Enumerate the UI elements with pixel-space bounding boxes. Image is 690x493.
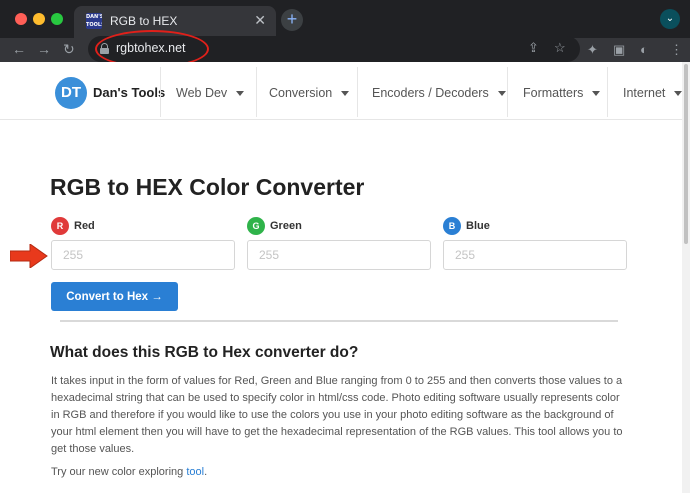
back-icon[interactable]: ← — [12, 41, 26, 57]
blue-input[interactable] — [444, 241, 626, 269]
site-favicon-icon: DAN'S TOOLS — [86, 13, 102, 29]
tool-link[interactable]: tool — [186, 466, 204, 478]
site-logo[interactable]: DT — [55, 77, 87, 109]
chevron-down-icon — [592, 91, 601, 97]
divider — [60, 320, 618, 322]
bookmark-star-icon[interactable]: ☆ — [554, 40, 566, 56]
scrollbar[interactable] — [682, 62, 690, 493]
close-tab-icon[interactable]: ✕ — [254, 12, 266, 28]
blue-badge-icon: B — [443, 217, 461, 235]
new-tab-button[interactable]: + — [281, 9, 303, 31]
close-window-button[interactable] — [15, 13, 27, 25]
forward-icon[interactable]: → — [37, 41, 51, 57]
nav-internet[interactable]: Internet — [623, 86, 683, 100]
scrollbar-thumb[interactable] — [684, 64, 688, 244]
brand-name[interactable]: Dan's Tools — [93, 85, 165, 100]
share-icon[interactable]: ⇪ — [528, 40, 539, 56]
nav-web-dev[interactable]: Web Dev — [176, 86, 245, 100]
page-viewport: DT Dan's Tools Web Dev Conversion Encode… — [0, 62, 690, 493]
tab-search-icon[interactable]: ⌄ — [660, 9, 680, 29]
tab-title: RGB to HEX — [110, 14, 178, 28]
page-title: RGB to HEX Color Converter — [50, 174, 365, 200]
green-badge-icon: G — [247, 217, 265, 235]
pointer-arrow-icon — [10, 244, 48, 268]
nav-encoders-decoders[interactable]: Encoders / Decoders — [372, 86, 506, 100]
green-input[interactable] — [248, 241, 430, 269]
menu-icon[interactable]: ⋮ — [670, 42, 683, 58]
red-badge-icon: R — [51, 217, 69, 235]
red-input-wrapper — [51, 240, 235, 270]
chevron-down-icon — [236, 91, 245, 97]
nav-conversion[interactable]: Conversion — [269, 86, 350, 100]
description-paragraph: It takes input in the form of values for… — [51, 375, 623, 455]
tab-strip: DAN'S TOOLS RGB to HEX ✕ + ⌄ — [0, 0, 690, 38]
green-input-wrapper — [247, 240, 431, 270]
convert-to-hex-button[interactable]: Convert to Hex → — [51, 282, 178, 311]
minimize-window-button[interactable] — [33, 13, 45, 25]
side-panel-icon[interactable]: ▣ — [613, 42, 625, 58]
site-header: DT Dan's Tools Web Dev Conversion Encode… — [0, 62, 683, 120]
blue-input-wrapper — [443, 240, 627, 270]
nav-formatters[interactable]: Formatters — [523, 86, 601, 100]
profile-icon[interactable]: ◐ — [640, 42, 648, 58]
reload-icon[interactable]: ↻ — [63, 41, 75, 57]
try-tool-line: Try our new color exploring tool. — [51, 466, 208, 478]
chevron-down-icon — [341, 91, 350, 97]
red-input[interactable] — [52, 241, 234, 269]
section-heading: What does this RGB to Hex converter do? — [50, 344, 359, 361]
extensions-icon[interactable]: ✦ — [587, 42, 598, 58]
zoom-window-button[interactable] — [51, 13, 63, 25]
chevron-down-icon — [497, 91, 506, 97]
